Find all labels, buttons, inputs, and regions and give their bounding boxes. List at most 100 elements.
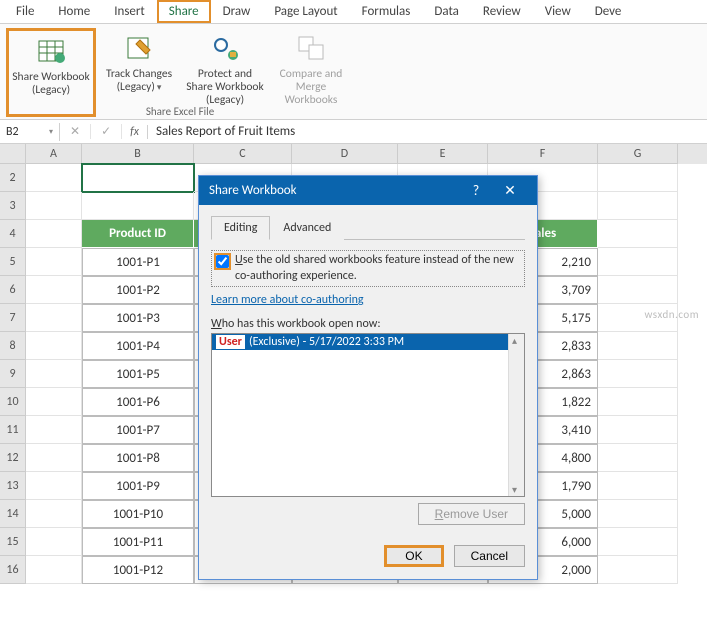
row-header[interactable]: 14	[0, 500, 26, 528]
use-legacy-option[interactable]: Use the old shared workbooks feature ins…	[211, 250, 525, 287]
cell[interactable]: 1001-P2	[82, 276, 194, 304]
cell[interactable]	[26, 500, 82, 528]
cancel-button[interactable]: Cancel	[454, 545, 525, 567]
cell[interactable]	[26, 416, 82, 444]
cell[interactable]	[598, 556, 678, 584]
use-legacy-checkbox[interactable]	[216, 255, 229, 268]
cell[interactable]	[598, 444, 678, 472]
learn-more-link[interactable]: Learn more about co-authoring	[211, 293, 364, 307]
track-changes-button[interactable]: Track Changes (Legacy)	[96, 28, 182, 117]
col-header[interactable]: G	[598, 144, 678, 164]
cell[interactable]	[598, 528, 678, 556]
share-workbook-label: Share Workbook (Legacy)	[11, 71, 91, 97]
users-listbox[interactable]: User (Exclusive) - 5/17/2022 3:33 PM	[211, 333, 525, 497]
cell[interactable]	[26, 528, 82, 556]
cell[interactable]: 1001-P10	[82, 500, 194, 528]
cell[interactable]: 1001-P9	[82, 472, 194, 500]
cell[interactable]: 1001-P4	[82, 332, 194, 360]
cell[interactable]	[598, 332, 678, 360]
tab-share[interactable]: Share	[157, 0, 211, 23]
scrollbar[interactable]	[508, 334, 524, 496]
cell[interactable]	[26, 248, 82, 276]
cell[interactable]	[26, 332, 82, 360]
ok-button[interactable]: OK	[384, 545, 443, 567]
formula-bar[interactable]: Sales Report of Fruit Items	[148, 122, 707, 141]
column-headers: A B C D E F G	[26, 144, 707, 164]
cell[interactable]: 1001-P1	[82, 248, 194, 276]
list-item[interactable]: User (Exclusive) - 5/17/2022 3:33 PM	[212, 334, 524, 350]
tab-view[interactable]: View	[533, 0, 583, 23]
header-cell[interactable]: Product ID	[82, 220, 194, 248]
cell[interactable]	[26, 164, 82, 192]
cell[interactable]	[82, 192, 194, 220]
cell[interactable]	[598, 220, 678, 248]
close-icon[interactable]: ✕	[493, 182, 527, 199]
fx-icon[interactable]: fx	[122, 125, 148, 139]
row-header[interactable]: 5	[0, 248, 26, 276]
cell[interactable]	[26, 304, 82, 332]
tab-formulas[interactable]: Formulas	[350, 0, 423, 23]
col-header[interactable]: D	[292, 144, 398, 164]
cell[interactable]	[26, 220, 82, 248]
cell[interactable]: 1001-P8	[82, 444, 194, 472]
row-header[interactable]: 7	[0, 304, 26, 332]
row-header[interactable]: 6	[0, 276, 26, 304]
cell[interactable]: 1001-P6	[82, 388, 194, 416]
row-header[interactable]: 15	[0, 528, 26, 556]
tab-home[interactable]: Home	[46, 0, 102, 23]
row-header[interactable]: 2	[0, 164, 26, 192]
select-all-corner[interactable]	[0, 144, 26, 164]
cell[interactable]	[598, 500, 678, 528]
row-header[interactable]: 8	[0, 332, 26, 360]
cell[interactable]	[598, 164, 678, 192]
cell[interactable]: 1001-P11	[82, 528, 194, 556]
cell[interactable]	[598, 276, 678, 304]
row-header[interactable]: 12	[0, 444, 26, 472]
tab-advanced[interactable]: Advanced	[270, 216, 344, 240]
row-header[interactable]: 4	[0, 220, 26, 248]
tab-page-layout[interactable]: Page Layout	[262, 0, 349, 23]
col-header[interactable]: C	[194, 144, 292, 164]
cell[interactable]	[26, 556, 82, 584]
tab-data[interactable]: Data	[422, 0, 471, 23]
cell[interactable]	[26, 444, 82, 472]
cell[interactable]: 1001-P7	[82, 416, 194, 444]
cell[interactable]	[598, 388, 678, 416]
cell[interactable]	[26, 276, 82, 304]
tab-developer[interactable]: Deve	[583, 0, 634, 23]
cell[interactable]	[598, 192, 678, 220]
row-header[interactable]: 9	[0, 360, 26, 388]
row-header[interactable]: 11	[0, 416, 26, 444]
tab-insert[interactable]: Insert	[102, 0, 157, 23]
tab-file[interactable]: File	[4, 0, 46, 23]
protect-share-button[interactable]: Protect and Share Workbook (Legacy)	[182, 28, 268, 117]
cell[interactable]	[26, 360, 82, 388]
row-header[interactable]: 10	[0, 388, 26, 416]
cell[interactable]	[26, 472, 82, 500]
tab-review[interactable]: Review	[471, 0, 533, 23]
tab-editing[interactable]: Editing	[211, 216, 270, 240]
row-header[interactable]: 16	[0, 556, 26, 584]
cell[interactable]	[598, 472, 678, 500]
tab-draw[interactable]: Draw	[211, 0, 263, 23]
cell[interactable]	[26, 192, 82, 220]
col-header[interactable]: F	[488, 144, 598, 164]
cell[interactable]: 1001-P5	[82, 360, 194, 388]
cell[interactable]: 1001-P3	[82, 304, 194, 332]
col-header[interactable]: A	[26, 144, 82, 164]
help-icon[interactable]: ?	[459, 182, 493, 199]
cell[interactable]	[598, 248, 678, 276]
cell[interactable]	[598, 416, 678, 444]
cell[interactable]	[82, 164, 194, 192]
cell[interactable]	[598, 360, 678, 388]
cell[interactable]	[26, 388, 82, 416]
name-box[interactable]: B2	[0, 123, 60, 141]
col-header[interactable]: E	[398, 144, 488, 164]
cell[interactable]: 1001-P12	[82, 556, 194, 584]
row-header[interactable]: 3	[0, 192, 26, 220]
row-header[interactable]: 13	[0, 472, 26, 500]
col-header[interactable]: B	[82, 144, 194, 164]
share-workbook-button[interactable]: Share Workbook (Legacy)	[6, 28, 96, 117]
formula-bar-row: B2 ✕ ✓ fx Sales Report of Fruit Items	[0, 120, 707, 144]
dialog-titlebar[interactable]: Share Workbook ? ✕	[199, 176, 537, 205]
